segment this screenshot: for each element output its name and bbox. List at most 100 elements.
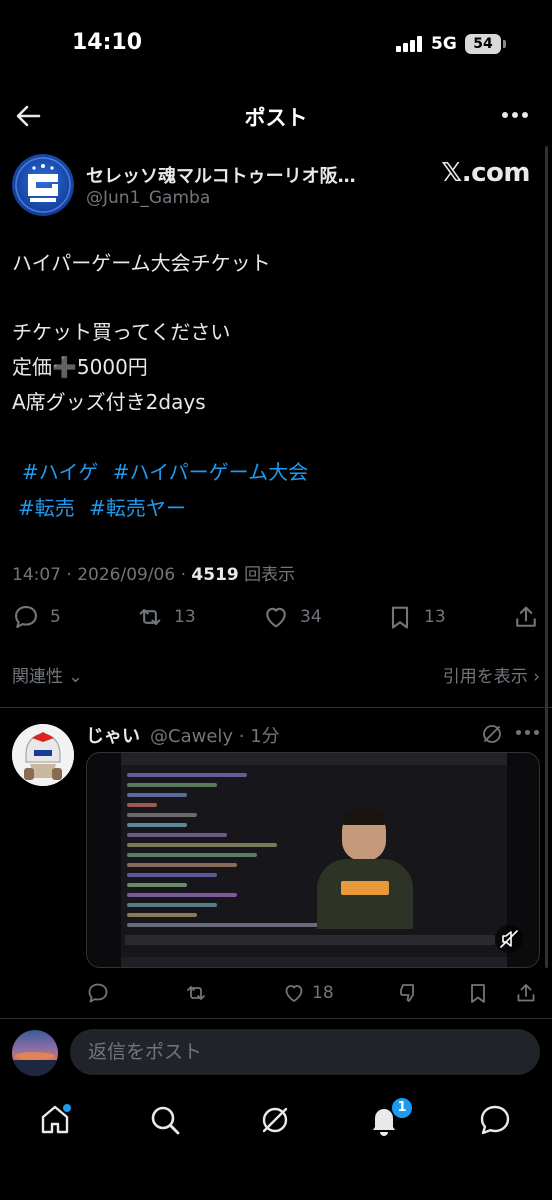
repost-icon <box>187 986 205 1000</box>
page-title: ポスト <box>244 106 308 130</box>
more-options-icon[interactable] <box>502 112 530 120</box>
reply-sort-row: 関連性 ⌄ 引用を表示 › <box>12 660 540 688</box>
bookmark-icon <box>391 606 409 629</box>
top-nav: ポスト <box>0 92 552 140</box>
chat-line <box>127 893 237 897</box>
robot-avatar-icon <box>12 724 74 786</box>
repost-icon <box>139 608 161 626</box>
grok-icon[interactable] <box>480 722 504 746</box>
tweet-text-line-2: チケット買ってください <box>12 320 231 344</box>
chat-input-box <box>125 935 495 945</box>
downvote-button[interactable] <box>396 978 426 1008</box>
hashtag-link[interactable]: #ハイゲ <box>22 460 98 484</box>
reply-actions: 18 <box>0 978 552 1008</box>
source-label: 𝕏.com <box>441 158 530 188</box>
avatar[interactable] <box>12 1030 58 1076</box>
hashtag-row: #転売 #転売ヤー <box>18 490 538 526</box>
author-handle[interactable]: @Jun1_Gamba <box>86 188 210 208</box>
home-unread-dot <box>63 1104 71 1112</box>
video-thumbnail[interactable] <box>86 752 540 968</box>
chat-line <box>127 843 277 847</box>
reply-composer <box>0 1026 552 1082</box>
bookmark-icon <box>471 984 485 1003</box>
tweet-text-line-3: 定価➕5000円 <box>12 355 148 379</box>
club-crest-icon <box>15 157 71 213</box>
share-button[interactable] <box>512 600 550 634</box>
view-quotes-link[interactable]: 引用を表示 › <box>443 662 540 687</box>
grok-icon[interactable] <box>257 1102 293 1138</box>
muted-speaker-icon <box>500 930 518 948</box>
repost-button[interactable]: 13 <box>136 600 196 634</box>
hashtag-link[interactable]: #ハイパーゲーム大会 <box>113 460 308 484</box>
reply-input[interactable] <box>70 1029 540 1075</box>
hashtag-link[interactable]: #転売 <box>18 496 75 520</box>
tweet-meta: 14:07 · 2026/09/06 · 4519 回表示 <box>12 560 295 585</box>
view-count[interactable]: 4519 <box>191 565 238 585</box>
mute-button[interactable] <box>495 925 523 953</box>
search-icon[interactable] <box>147 1102 183 1138</box>
share-button[interactable] <box>514 978 544 1008</box>
share-icon <box>517 984 535 1002</box>
chat-line <box>127 793 187 797</box>
divider <box>0 1018 552 1019</box>
hashtag-link[interactable]: #転売ヤー <box>89 496 186 520</box>
notification-badge: 1 <box>392 1098 412 1118</box>
reply-count: 5 <box>50 607 61 627</box>
stream-screenshot <box>121 753 507 967</box>
share-icon <box>516 606 536 627</box>
avatar[interactable] <box>12 154 74 216</box>
tweet-text-line-1: ハイパーゲーム大会チケット <box>12 251 271 275</box>
bookmark-count: 13 <box>424 607 446 627</box>
hashtag-row: #ハイゲ #ハイパーゲーム大会 <box>22 454 542 490</box>
repost-button[interactable] <box>184 978 214 1008</box>
chat-line <box>127 873 217 877</box>
reply-author-name[interactable]: じゃい <box>86 722 140 748</box>
bottom-tab-bar <box>0 1090 552 1150</box>
reply-post[interactable]: じゃい @Cawely · 1分 18 <box>0 716 552 1016</box>
repost-count: 13 <box>174 607 196 627</box>
chat-line <box>127 863 237 867</box>
like-button[interactable]: 18 <box>282 978 334 1008</box>
avatar[interactable] <box>12 724 74 786</box>
chat-line <box>127 913 197 917</box>
thumbs-down-icon <box>400 984 414 1002</box>
chat-line <box>127 803 157 807</box>
heart-icon <box>285 985 303 1002</box>
divider <box>0 707 552 708</box>
chat-line <box>127 773 247 777</box>
chat-line <box>127 833 227 837</box>
messages-icon[interactable] <box>477 1102 513 1138</box>
battery-icon: 54 <box>465 34 501 54</box>
chat-line <box>127 853 257 857</box>
bookmark-button[interactable] <box>466 978 496 1008</box>
chat-line <box>127 783 217 787</box>
like-count: 34 <box>300 607 322 627</box>
like-button[interactable]: 34 <box>262 600 322 634</box>
reply-button[interactable] <box>86 978 116 1008</box>
reply-button[interactable]: 5 <box>12 600 61 634</box>
chat-line <box>127 903 217 907</box>
sort-relevance-button[interactable]: 関連性 ⌄ <box>12 662 83 687</box>
like-count: 18 <box>312 983 334 1003</box>
chat-line <box>127 883 187 887</box>
reply-more-icon[interactable] <box>516 730 540 736</box>
network-type: 5G <box>431 34 457 54</box>
bookmark-button[interactable]: 13 <box>386 600 446 634</box>
battery-tip <box>503 40 506 48</box>
tweet-author[interactable]: セレッソ魂マルコトゥーリオ阪… @Jun1_Gamba 𝕏.com <box>12 152 542 218</box>
timestamp: 14:07 · 2026/09/06 · <box>12 565 192 585</box>
tweet-text-line-4: A席グッズ付き2days <box>12 390 206 414</box>
author-name[interactable]: セレッソ魂マルコトゥーリオ阪… <box>86 162 356 188</box>
reply-icon <box>88 983 108 1003</box>
reply-author-handle[interactable]: @Cawely · 1分 <box>150 722 280 748</box>
sunset-avatar-icon <box>12 1052 58 1076</box>
streamer-figure <box>317 809 417 929</box>
heart-icon <box>266 607 286 628</box>
chat-line <box>127 923 327 927</box>
reply-icon <box>15 606 37 628</box>
chat-line <box>127 813 197 817</box>
window-titlebar <box>121 753 507 765</box>
status-bar: 14:10 5G 54 <box>0 0 552 90</box>
status-time: 14:10 <box>72 30 143 55</box>
signal-icon <box>396 36 424 52</box>
